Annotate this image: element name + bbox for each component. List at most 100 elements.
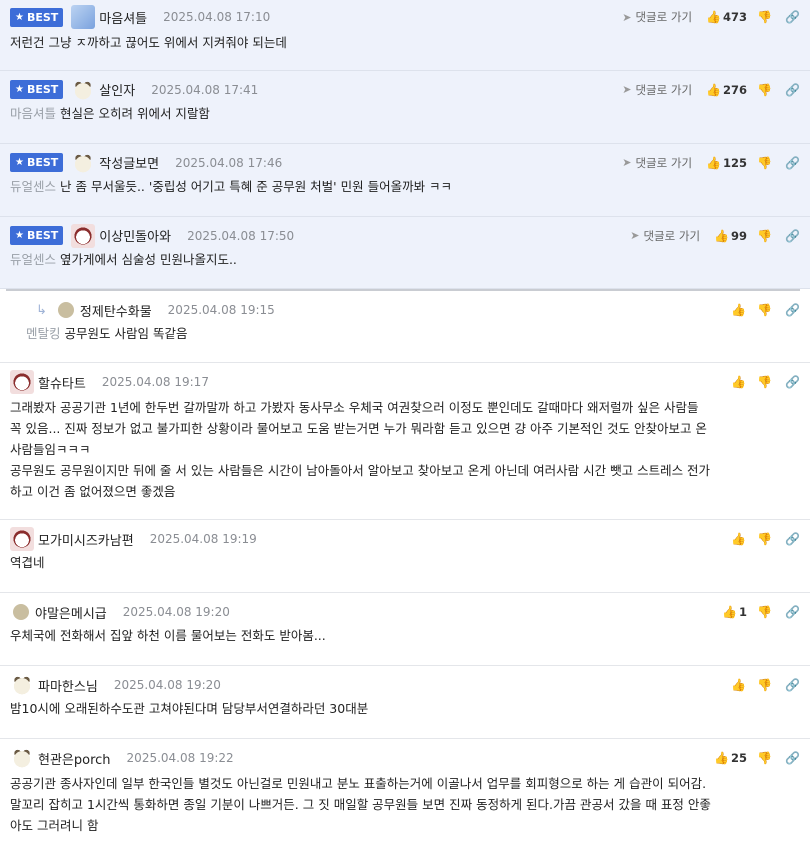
like-count: 276 (723, 82, 748, 97)
link-icon[interactable]: 🔗 (785, 83, 800, 97)
comment-item: 모가미시즈카남편 2025.04.08 19:19 👍 👎 🔗 역겹네 (0, 520, 810, 593)
thumbs-up-icon[interactable]: 👍 (714, 751, 729, 765)
nickname[interactable]: 살인자 (99, 80, 135, 99)
thumbs-down-icon[interactable]: 👎 (757, 303, 772, 317)
reply-arrow-icon: ↳ (36, 302, 47, 318)
comment-item: ★ BEST 작성글보면 2025.04.08 17:46 ➤ 댓글로 가기 👍 12… (0, 144, 810, 217)
like-count: 25 (731, 751, 748, 765)
comment-date: 2025.04.08 17:41 (151, 82, 259, 97)
send-arrow-icon: ➤ (622, 83, 632, 96)
mention[interactable]: 듀얼센스 (10, 179, 56, 194)
thumbs-down-icon[interactable]: 👎 (757, 375, 772, 389)
nickname[interactable]: 작성글보면 (99, 153, 159, 172)
nickname[interactable]: 모가미시즈카남편 (38, 530, 134, 549)
thumbs-up-icon[interactable]: 👍 (722, 605, 737, 619)
avatar[interactable] (71, 223, 96, 248)
thumbs-up-icon[interactable]: 👍 (731, 303, 746, 317)
link-icon[interactable]: 🔗 (785, 156, 800, 170)
best-badge: ★ BEST (10, 153, 64, 172)
comment-text: 듀얼센스 난 좀 무서울듯.. '중립성 어기고 특혜 준 공무원 처벌' 민원 … (10, 179, 453, 194)
thumbs-up-icon[interactable]: 👍 (706, 156, 721, 170)
send-arrow-icon: ➤ (622, 156, 632, 169)
nickname[interactable]: 현관은porch (38, 749, 111, 768)
thumbs-up-icon[interactable]: 👍 (731, 375, 746, 389)
thumbs-down-icon[interactable]: 👎 (757, 156, 772, 170)
nickname[interactable]: 정제탄수화물 (80, 301, 152, 320)
comment-text: 마음셔틀 현실은 오히려 위에서 지랄함 (10, 106, 210, 121)
send-arrow-icon: ➤ (622, 10, 632, 24)
comment-item: ★ BEST 마음셔틀 2025.04.08 17:10 ➤ 댓글로 가기 👍 473… (0, 0, 810, 71)
avatar[interactable] (71, 150, 96, 175)
avatar[interactable] (10, 527, 34, 551)
thumbs-up-icon[interactable]: 👍 (714, 229, 729, 243)
comment-list: ★ BEST 마음셔틀 2025.04.08 17:10 ➤ 댓글로 가기 👍 473… (0, 0, 810, 857)
thumbs-down-icon[interactable]: 👎 (757, 678, 772, 692)
mention[interactable]: 마음셔틀 (10, 106, 56, 121)
nickname[interactable]: 이상민돌아와 (99, 226, 171, 245)
comment-item: ↳ 정제탄수화물 2025.04.08 19:15 👍 👎 🔗 멘탈킹 공무원도 … (0, 291, 810, 363)
link-icon[interactable]: 🔗 (785, 229, 800, 243)
star-icon: ★ (15, 230, 24, 241)
avatar[interactable] (57, 302, 74, 318)
thumbs-down-icon[interactable]: 👎 (757, 229, 772, 243)
goto-reply-link[interactable]: ➤ 댓글로 가기 (622, 155, 692, 171)
mention[interactable]: 듀얼센스 (10, 252, 56, 267)
nickname[interactable]: 파마한스님 (38, 676, 98, 695)
comment-date: 2025.04.08 19:19 (149, 532, 257, 546)
avatar[interactable] (10, 746, 34, 770)
nickname[interactable]: 마음셔틀 (99, 8, 147, 27)
link-icon[interactable]: 🔗 (785, 375, 800, 389)
link-icon[interactable]: 🔗 (785, 678, 800, 692)
thumbs-up-icon[interactable]: 👍 (731, 678, 746, 692)
link-icon[interactable]: 🔗 (785, 532, 800, 546)
comment-item: ★ BEST 살인자 2025.04.08 17:41 ➤ 댓글로 가기 👍 276 … (0, 71, 810, 144)
like-count: 99 (731, 228, 748, 243)
comment-item: 파마한스님 2025.04.08 19:20 👍 👎 🔗 밤10시에 오래된하수… (0, 666, 810, 739)
link-icon[interactable]: 🔗 (785, 751, 800, 765)
link-icon[interactable]: 🔗 (785, 10, 800, 24)
comment-date: 2025.04.08 17:46 (175, 155, 283, 170)
avatar[interactable] (10, 370, 34, 394)
avatar[interactable] (13, 604, 29, 620)
star-icon: ★ (15, 84, 24, 95)
like-count: 473 (723, 10, 748, 24)
thumbs-up-icon[interactable]: 👍 (706, 83, 721, 97)
comment-text: 공공기관 종사자인데 일부 한국인들 별것도 아닌걸로 민원내고 분노 표출하는… (10, 776, 711, 833)
goto-reply-link[interactable]: ➤ 댓글로 가기 (622, 82, 692, 98)
comment-text: 그래봤자 공공기관 1년에 한두번 갈까말까 하고 가봤자 동사무소 우체국 여… (10, 400, 711, 499)
best-badge: ★ BEST (10, 226, 64, 245)
comment-date: 2025.04.08 19:20 (113, 678, 221, 692)
mention[interactable]: 멘탈킹 (26, 326, 61, 341)
thumbs-up-icon[interactable]: 👍 (731, 532, 746, 546)
comment-date: 2025.04.08 17:50 (187, 228, 295, 243)
comment-text: 밤10시에 오래된하수도관 고쳐야된다며 담당부서연결하라던 30대분 (10, 701, 369, 716)
avatar[interactable] (71, 5, 96, 29)
best-badge: ★ BEST (10, 7, 64, 27)
avatar[interactable] (71, 77, 96, 102)
goto-reply-link[interactable]: ➤ 댓글로 가기 (622, 9, 692, 25)
avatar[interactable] (10, 673, 34, 697)
thumbs-down-icon[interactable]: 👎 (757, 605, 772, 619)
comment-item: 할슈타트 2025.04.08 19:17 👍 👎 🔗 그래봤자 공공기관 1년… (0, 363, 810, 520)
star-icon: ★ (15, 11, 24, 23)
comment-text: 멘탈킹 공무원도 사람임 똑같음 (26, 326, 188, 341)
thumbs-up-icon[interactable]: 👍 (706, 10, 721, 24)
goto-reply-link[interactable]: ➤ 댓글로 가기 (630, 228, 700, 244)
link-icon[interactable]: 🔗 (785, 303, 800, 317)
nickname[interactable]: 야말은메시급 (35, 603, 107, 622)
nickname[interactable]: 할슈타트 (38, 373, 86, 392)
thumbs-down-icon[interactable]: 👎 (757, 83, 772, 97)
comment-text: 우체국에 전화해서 집앞 하천 이름 물어보는 전화도 받아봄... (10, 628, 326, 643)
thumbs-down-icon[interactable]: 👎 (757, 532, 772, 546)
like-count: 1 (739, 605, 748, 619)
like-count: 125 (723, 155, 748, 170)
comment-date: 2025.04.08 19:15 (167, 303, 275, 317)
comment-text: 역겹네 (10, 555, 45, 570)
comment-item: 현관은porch 2025.04.08 19:22 👍 25 👎 🔗 공공기관 종… (0, 739, 810, 857)
comment-date: 2025.04.08 19:22 (126, 751, 234, 765)
link-icon[interactable]: 🔗 (785, 605, 800, 619)
best-badge: ★ BEST (10, 80, 64, 99)
comment-text: 저런건 그냥 ㅈ까하고 끊어도 위에서 지켜줘야 되는데 (10, 35, 287, 50)
thumbs-down-icon[interactable]: 👎 (757, 751, 772, 765)
thumbs-down-icon[interactable]: 👎 (757, 10, 772, 24)
